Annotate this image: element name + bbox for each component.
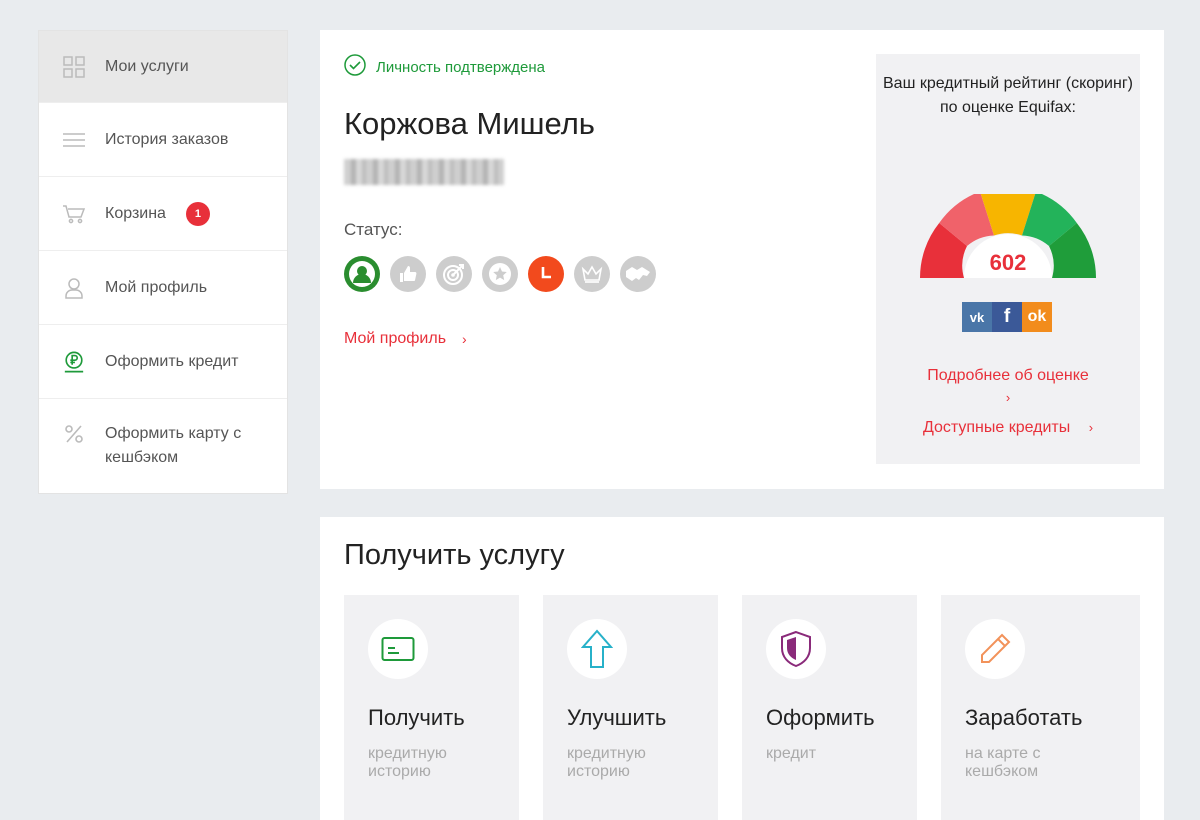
user-badge-icon[interactable] xyxy=(344,256,380,292)
credit-score-value: 602 xyxy=(989,250,1027,275)
pencil-icon xyxy=(965,619,1025,679)
services-card: Получить услугу Получить кредитную истор… xyxy=(320,517,1164,820)
service-tile-title: Получить xyxy=(368,705,465,730)
chevron-right-icon: › xyxy=(462,331,467,347)
card-icon xyxy=(368,619,428,679)
services-title: Получить услугу xyxy=(344,539,565,571)
sidebar-item-cart[interactable]: Корзина 1 xyxy=(39,177,287,251)
clock-badge-icon[interactable] xyxy=(528,256,564,292)
sidebar-item-cashback-card[interactable]: Оформить карту с кешбэком xyxy=(39,399,287,493)
service-tile-title: Заработать xyxy=(965,705,1083,730)
sidebar-item-label: Оформить карту с кешбэком xyxy=(105,425,242,466)
chevron-right-icon: › xyxy=(1088,420,1094,435)
sidebar-item-label: История заказов xyxy=(105,130,229,148)
my-profile-link-label: Мой профиль xyxy=(344,330,447,347)
sidebar-item-get-loan[interactable]: Оформить кредит xyxy=(39,325,287,399)
star-badge-icon[interactable] xyxy=(482,256,518,292)
service-tiles: Получить кредитную историю Улучшить кред… xyxy=(344,595,1140,820)
sidebar-item-label: Мой профиль xyxy=(105,278,208,296)
sidebar-item-label: Оформить кредит xyxy=(105,352,239,370)
service-tile-subtitle: кредит xyxy=(766,745,817,762)
service-tile-subtitle: кредитную историю xyxy=(567,745,646,780)
cart-icon xyxy=(63,203,85,225)
grid-icon xyxy=(63,55,85,78)
service-tile-improve-history[interactable]: Улучшить кредитную историю xyxy=(543,595,718,820)
crown-badge-icon[interactable] xyxy=(574,256,610,292)
score-details-link[interactable]: Подробнее об оценке xyxy=(876,360,1140,392)
list-icon xyxy=(63,129,85,151)
sidebar-item-my-services[interactable]: Мои услуги xyxy=(39,31,287,103)
service-tile-title: Оформить xyxy=(766,705,875,730)
blurred-phone xyxy=(344,159,504,185)
social-share: vk f ok xyxy=(962,302,1052,332)
credit-score-title: Ваш кредитный рейтинг (скоринг) по оценк… xyxy=(883,75,1133,116)
my-profile-link[interactable]: Мой профиль › xyxy=(344,330,467,348)
service-tile-get-loan[interactable]: Оформить кредит xyxy=(742,595,917,820)
status-badges xyxy=(344,256,666,292)
ruble-icon xyxy=(63,351,85,373)
sidebar-item-my-profile[interactable]: Мой профиль xyxy=(39,251,287,325)
available-loans-label: Доступные кредиты xyxy=(922,419,1071,436)
service-tile-subtitle: кредитную историю xyxy=(368,745,447,780)
user-icon xyxy=(63,277,85,299)
shield-icon xyxy=(766,619,826,679)
service-tile-earn-cashback[interactable]: Заработать на карте с кешбэком xyxy=(941,595,1140,820)
user-name: Коржова Мишель xyxy=(344,106,595,141)
available-loans-link[interactable]: Доступные кредиты › xyxy=(876,419,1140,437)
chevron-right-icon: › xyxy=(1005,390,1011,405)
sidebar: Мои услуги История заказов Корзина 1 Мой… xyxy=(38,30,288,494)
facebook-icon[interactable]: f xyxy=(992,302,1022,332)
odnoklassniki-icon[interactable]: ok xyxy=(1022,302,1052,332)
status-label: Статус: xyxy=(344,220,403,239)
sidebar-item-order-history[interactable]: История заказов xyxy=(39,103,287,177)
credit-score-panel: Ваш кредитный рейтинг (скоринг) по оценк… xyxy=(876,54,1140,464)
arrow-up-icon xyxy=(567,619,627,679)
profile-card: Личность подтверждена Коржова Мишель Ста… xyxy=(320,30,1164,489)
sidebar-item-label: Корзина xyxy=(105,204,166,222)
vk-icon[interactable]: vk xyxy=(962,302,992,332)
thumbs-up-badge-icon[interactable] xyxy=(390,256,426,292)
sidebar-item-label: Мои услуги xyxy=(105,57,189,75)
verified-text: Личность подтверждена xyxy=(376,59,546,76)
service-tile-title: Улучшить xyxy=(567,705,667,730)
identity-verified: Личность подтверждена xyxy=(344,54,545,81)
target-badge-icon[interactable] xyxy=(436,256,472,292)
percent-icon xyxy=(63,423,85,445)
handshake-badge-icon[interactable] xyxy=(620,256,656,292)
check-circle-icon xyxy=(344,54,366,81)
service-tile-subtitle: на карте с кешбэком xyxy=(965,745,1041,780)
service-tile-get-history[interactable]: Получить кредитную историю xyxy=(344,595,519,820)
cart-count-badge: 1 xyxy=(185,201,210,226)
